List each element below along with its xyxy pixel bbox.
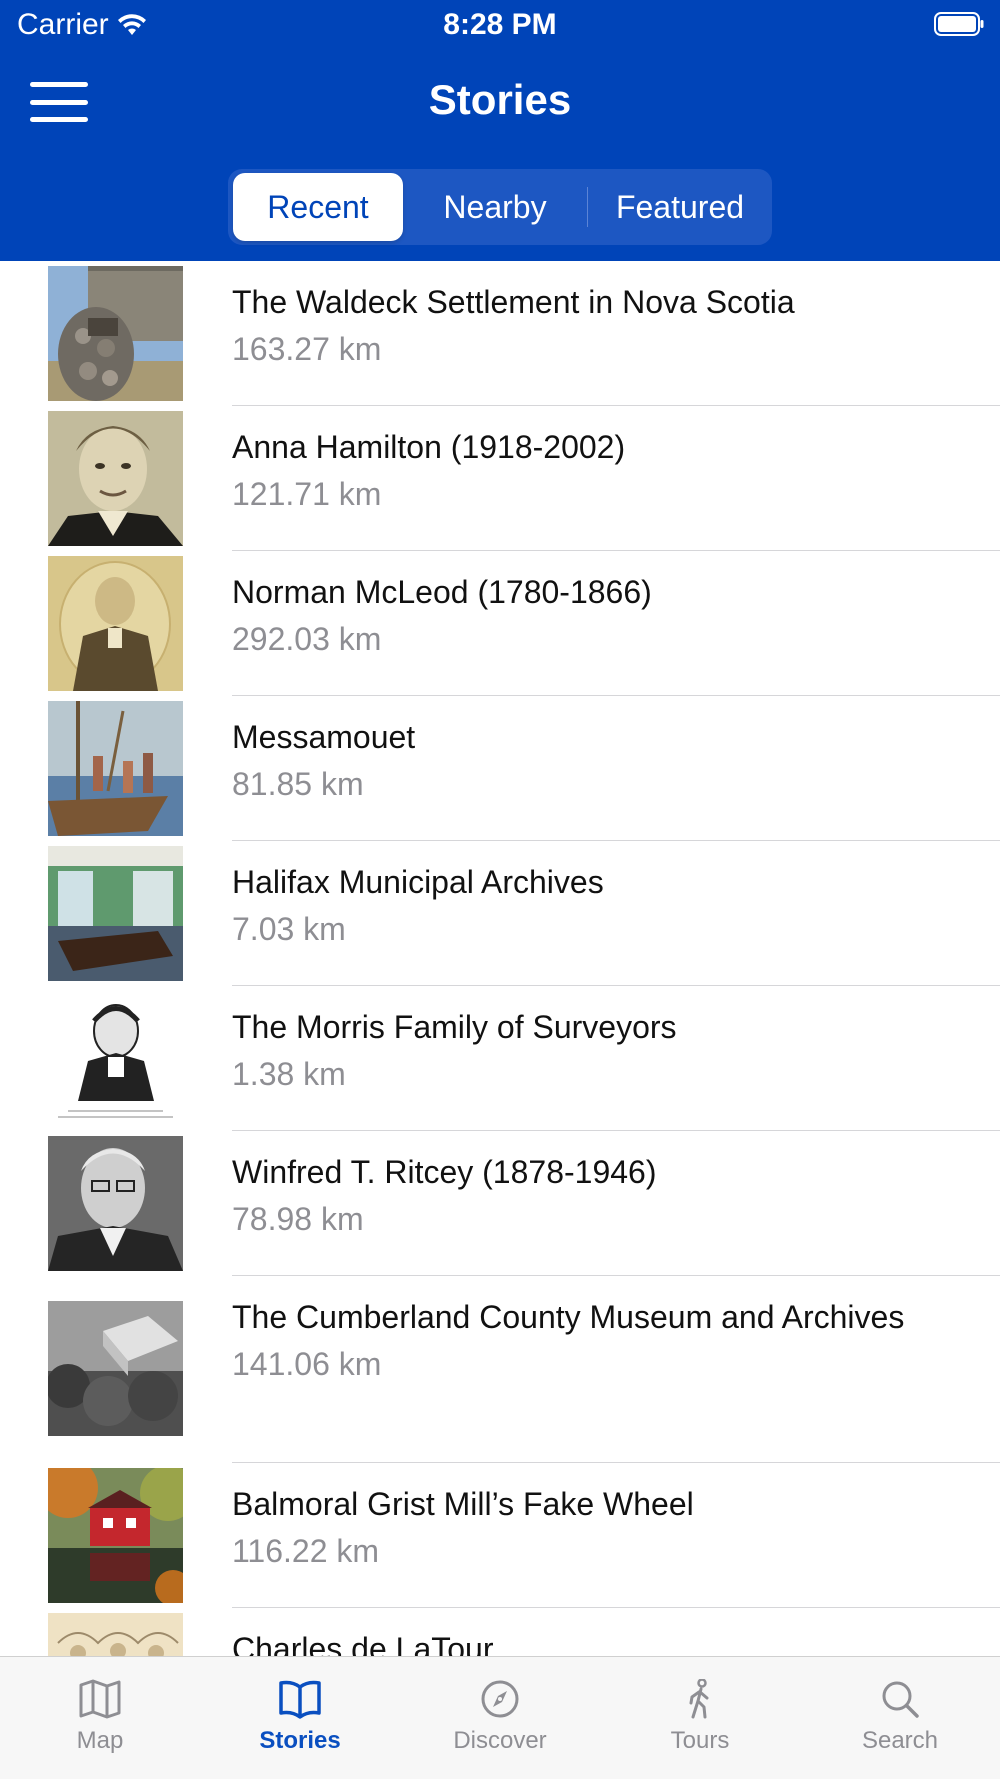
book-icon — [279, 1680, 321, 1719]
story-thumbnail — [48, 1301, 183, 1436]
tab-discover[interactable]: Discover — [400, 1657, 600, 1779]
tab-label: Map — [76, 1727, 124, 1754]
list-item[interactable]: Charles de LaTour — [0, 1608, 1000, 1656]
story-thumbnail — [48, 411, 183, 546]
tab-label: Tours — [670, 1727, 730, 1754]
story-title: Anna Hamilton (1918-2002) — [232, 429, 626, 465]
battery-icon — [934, 12, 984, 36]
story-distance: 1.38 km — [232, 1056, 346, 1092]
story-distance: 116.22 km — [232, 1533, 380, 1569]
story-thumbnail — [48, 1613, 183, 1656]
search-icon — [882, 1681, 919, 1718]
tab-bar: Map Stories Discover Tours Search — [0, 1656, 1000, 1779]
tab-search[interactable]: Search — [800, 1657, 1000, 1779]
story-thumbnail — [48, 1468, 183, 1603]
story-distance: 7.03 km — [232, 911, 346, 947]
story-title: Halifax Municipal Archives — [232, 864, 604, 900]
story-title: Norman McLeod (1780-1866) — [232, 574, 652, 610]
story-distance: 163.27 km — [232, 331, 382, 367]
status-time: 8:28 PM — [443, 8, 557, 41]
story-distance: 121.71 km — [232, 476, 382, 512]
list-item[interactable]: The Waldeck Settlement in Nova Scotia 16… — [0, 261, 1000, 406]
story-distance: 292.03 km — [232, 621, 382, 657]
story-distance: 141.06 km — [232, 1346, 382, 1382]
tab-label: Stories — [259, 1727, 341, 1754]
walking-person-icon — [689, 1679, 709, 1719]
list-item[interactable]: Winfred T. Ritcey (1878-1946) 78.98 km — [0, 1131, 1000, 1276]
compass-icon — [481, 1680, 519, 1718]
story-title: The Cumberland County Museum and Archive… — [232, 1299, 905, 1335]
list-item[interactable]: The Cumberland County Museum and Archive… — [0, 1276, 1000, 1463]
story-title: Messamouet — [232, 719, 416, 755]
story-title: The Waldeck Settlement in Nova Scotia — [232, 284, 795, 320]
story-title: The Morris Family of Surveyors — [232, 1009, 677, 1045]
page-title: Stories — [428, 76, 572, 123]
map-icon — [79, 1679, 121, 1719]
tab-map[interactable]: Map — [0, 1657, 200, 1779]
story-thumbnail — [48, 266, 183, 401]
segment-recent[interactable]: Recent — [233, 173, 403, 241]
tab-label: Search — [861, 1727, 939, 1754]
story-distance: 78.98 km — [232, 1201, 364, 1237]
tab-tours[interactable]: Tours — [600, 1657, 800, 1779]
nav-header: Carrier 8:28 PM Stories Recent Nearby Fe… — [0, 0, 1000, 261]
segmented-control: Recent Nearby Featured — [228, 169, 772, 245]
story-thumbnail — [48, 846, 183, 981]
story-title: Charles de LaTour — [232, 1631, 494, 1656]
list-item[interactable]: Halifax Municipal Archives 7.03 km — [0, 841, 1000, 986]
segment-nearby[interactable]: Nearby — [403, 173, 587, 241]
list-item[interactable]: Balmoral Grist Mill’s Fake Wheel 116.22 … — [0, 1463, 1000, 1608]
list-item[interactable]: Anna Hamilton (1918-2002) 121.71 km — [0, 406, 1000, 551]
stories-list: The Waldeck Settlement in Nova Scotia 16… — [0, 261, 1000, 1656]
story-thumbnail — [48, 991, 183, 1126]
story-thumbnail — [48, 556, 183, 691]
story-thumbnail — [48, 701, 183, 836]
story-title: Balmoral Grist Mill’s Fake Wheel — [232, 1486, 694, 1522]
story-title: Winfred T. Ritcey (1878-1946) — [232, 1154, 657, 1190]
story-thumbnail — [48, 1136, 183, 1271]
list-item[interactable]: Messamouet 81.85 km — [0, 696, 1000, 841]
story-distance: 81.85 km — [232, 766, 364, 802]
list-item[interactable]: The Morris Family of Surveyors 1.38 km — [0, 986, 1000, 1131]
tab-stories[interactable]: Stories — [200, 1657, 400, 1779]
segment-featured[interactable]: Featured — [588, 173, 772, 241]
tab-label: Discover — [453, 1727, 547, 1754]
list-item[interactable]: Norman McLeod (1780-1866) 292.03 km — [0, 551, 1000, 696]
